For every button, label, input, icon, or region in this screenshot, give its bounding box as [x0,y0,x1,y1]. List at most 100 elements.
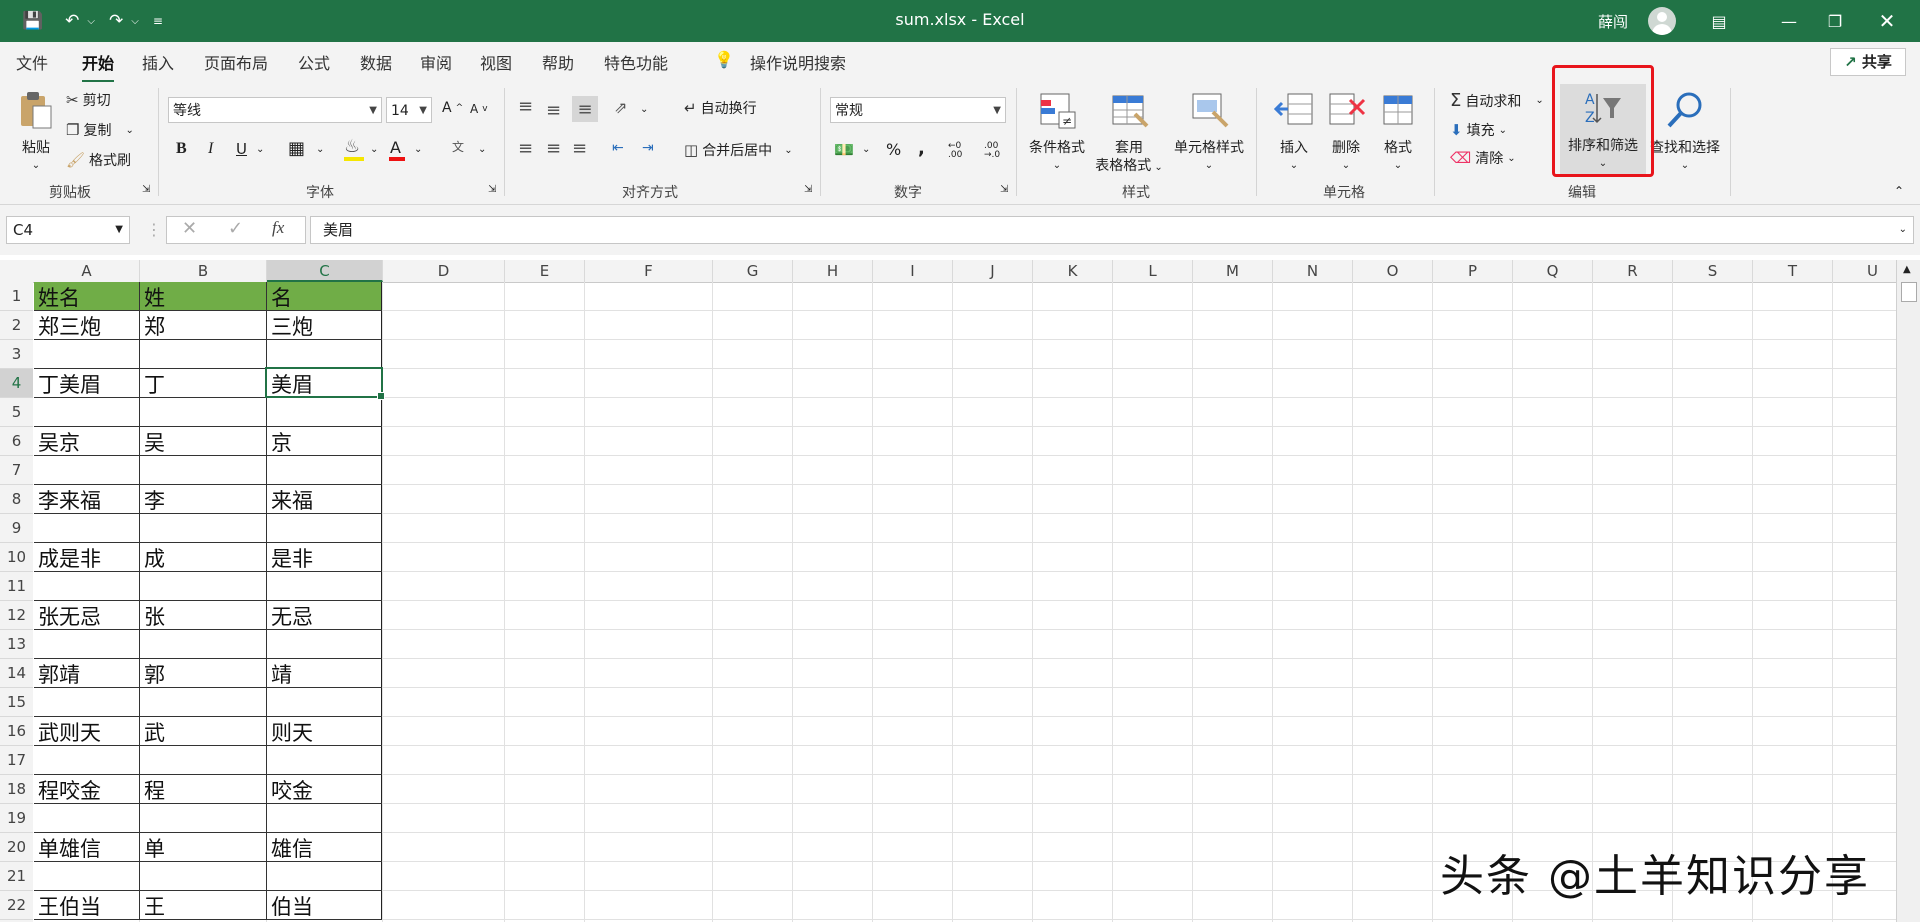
ribbon-display-options-icon[interactable]: ▤ [1696,0,1742,42]
minimize-button[interactable]: — [1766,0,1812,42]
cell-c22[interactable]: 伯当 [267,891,313,920]
cell-grid[interactable]: 姓名姓名郑三炮郑三炮 丁美眉丁美眉 吴京吴京李来福李来福 成是非成是非 张无忌张无忌 郭靖… [34,282,1896,922]
font-color-dropdown-icon[interactable]: ⌄ [414,144,422,155]
orientation-dropdown-icon[interactable]: ⌄ [640,104,648,115]
column-header-d[interactable]: D [383,260,505,282]
underline-icon[interactable]: U [236,140,247,158]
underline-dropdown-icon[interactable]: ⌄ [256,144,264,155]
cell-b22[interactable]: 王 [140,891,165,920]
fill-dropdown-icon[interactable]: ⌄ [1499,125,1507,136]
conditional-formatting-button[interactable]: ≠ 条件格式 ⌄ [1024,90,1090,175]
cell-c1[interactable]: 名 [267,282,292,311]
fill-button[interactable]: ⬇ 填充 ⌄ [1450,120,1507,140]
row-header-19[interactable]: 19 [0,804,33,833]
merge-dropdown-icon[interactable]: ⌄ [784,145,792,156]
cell-a4[interactable]: 丁美眉 [34,369,101,398]
cell-a16[interactable]: 武则天 [34,717,101,746]
cell-b6[interactable]: 吴 [140,427,165,456]
row-header-17[interactable]: 17 [0,746,33,775]
tab-file[interactable]: 文件 [16,50,48,74]
cell-b1[interactable]: 姓 [140,282,165,311]
expand-formula-icon[interactable]: ⌄ [1899,217,1907,243]
row-header-14[interactable]: 14 [0,659,33,688]
align-left-icon[interactable]: ≡ [518,138,533,159]
row-header-15[interactable]: 15 [0,688,33,717]
column-header-a[interactable]: A [34,260,140,282]
column-header-p[interactable]: P [1433,260,1513,282]
wrap-text-button[interactable]: ↵ 自动换行 [684,98,757,118]
tab-special-features[interactable]: 特色功能 [604,50,668,74]
clear-dropdown-icon[interactable]: ⌄ [1507,153,1515,164]
insert-cells-button[interactable]: 插入 ⌄ [1270,90,1318,175]
cell-c14[interactable]: 靖 [267,659,292,688]
column-header-e[interactable]: E [505,260,585,282]
column-header-l[interactable]: L [1113,260,1193,282]
increase-font-size-icon[interactable]: A ^ [442,100,463,116]
cell-a1[interactable]: 姓名 [34,282,80,311]
lightbulb-icon[interactable]: 💡 [714,50,734,69]
row-header-10[interactable]: 10 [0,543,33,572]
row-header-1[interactable]: 1 [0,282,33,311]
increase-decimal-icon[interactable]: ←0.00 [948,142,962,160]
column-header-b[interactable]: B [140,260,267,282]
column-header-n[interactable]: N [1273,260,1353,282]
column-header-k[interactable]: K [1033,260,1113,282]
cell-a12[interactable]: 张无忌 [34,601,101,630]
column-header-o[interactable]: O [1353,260,1433,282]
comma-style-icon[interactable]: , [918,138,925,159]
collapse-ribbon-icon[interactable]: ⌃ [1894,184,1904,198]
font-color-icon[interactable]: A [390,138,401,157]
row-header-11[interactable]: 11 [0,572,33,601]
cell-a2[interactable]: 郑三炮 [34,311,101,340]
row-header-3[interactable]: 3 [0,340,33,369]
copy-dropdown-icon[interactable]: ⌄ [125,125,133,136]
column-header-h[interactable]: H [793,260,873,282]
font-name-select[interactable]: 等线 ▼ [168,97,382,123]
undo-icon[interactable]: ↶ [65,11,79,31]
autosum-dropdown-icon[interactable]: ⌄ [1535,95,1543,106]
column-header-t[interactable]: T [1753,260,1833,282]
row-header-22[interactable]: 22 [0,891,33,920]
accounting-dropdown-icon[interactable]: ⌄ [862,144,870,155]
row-header-8[interactable]: 8 [0,485,33,514]
row-header-18[interactable]: 18 [0,775,33,804]
align-middle-icon[interactable]: ≡ [546,100,561,121]
tab-help[interactable]: 帮助 [542,50,574,74]
number-launcher-icon[interactable]: ⇲ [1000,184,1008,195]
customize-toolbar-icon[interactable]: ≡ [153,14,163,28]
tab-page-layout[interactable]: 页面布局 [204,50,268,74]
cell-c12[interactable]: 无忌 [267,601,313,630]
column-header-s[interactable]: S [1673,260,1753,282]
save-icon[interactable]: 💾 [22,11,43,31]
cell-a22[interactable]: 王伯当 [34,891,101,920]
cell-b4[interactable]: 丁 [140,369,165,398]
format-as-table-button[interactable]: 套用 表格格式 ⌄ [1090,90,1168,177]
paste-dropdown-icon[interactable]: ⌄ [14,157,58,175]
avatar[interactable] [1648,7,1676,35]
fill-color-dropdown-icon[interactable]: ⌄ [370,144,378,155]
decrease-indent-icon[interactable]: ⇤ [612,140,624,156]
tab-view[interactable]: 视图 [480,50,512,74]
align-center-icon[interactable]: ≡ [546,138,561,159]
user-name[interactable]: 薛闯 [1598,11,1628,32]
format-painter-button[interactable]: 🖌 格式刷 [66,150,131,170]
cell-b2[interactable]: 郑 [140,311,165,340]
align-top-icon[interactable]: ≡ [518,96,533,117]
redo-dropdown-icon[interactable]: ⌵ [131,16,139,27]
cell-b20[interactable]: 单 [140,833,165,862]
row-header-16[interactable]: 16 [0,717,33,746]
percent-style-icon[interactable]: % [886,140,901,159]
tab-data[interactable]: 数据 [360,50,392,74]
column-header-j[interactable]: J [953,260,1033,282]
font-launcher-icon[interactable]: ⇲ [488,184,496,195]
borders-icon[interactable]: ▦ [288,138,305,159]
phonetic-guide-icon[interactable]: 文 [452,138,464,155]
cell-b8[interactable]: 李 [140,485,165,514]
tab-formulas[interactable]: 公式 [298,50,330,74]
tell-me-search[interactable]: 操作说明搜索 [750,50,846,74]
redo-icon[interactable]: ↷ [109,11,123,31]
row-header-2[interactable]: 2 [0,311,33,340]
tab-review[interactable]: 审阅 [420,50,452,74]
italic-icon[interactable]: I [208,140,213,158]
cell-c16[interactable]: 则天 [267,717,313,746]
